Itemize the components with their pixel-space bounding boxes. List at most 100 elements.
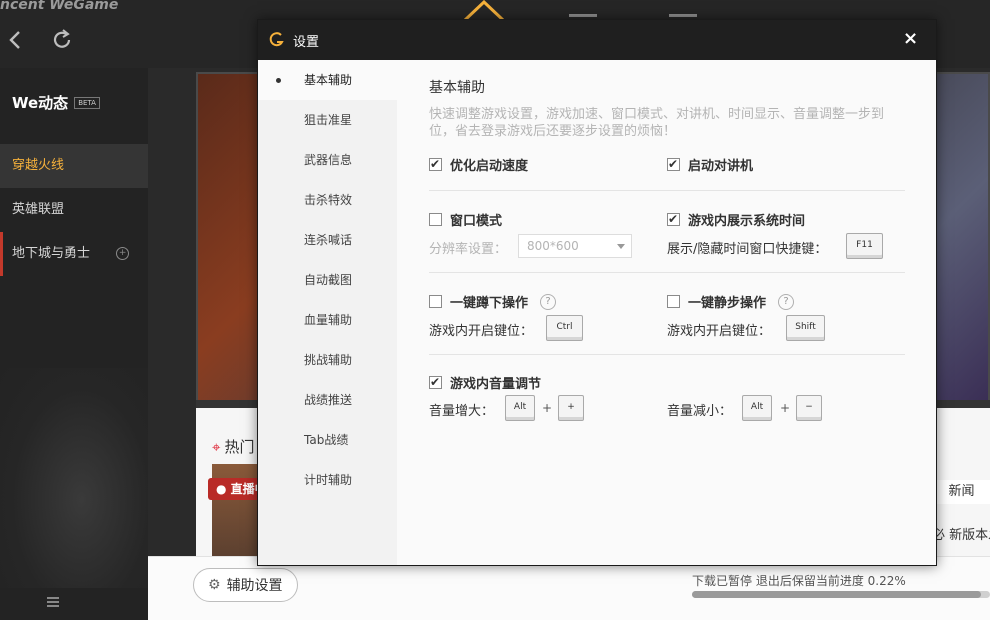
- close-icon[interactable]: ×: [903, 29, 918, 49]
- checkbox-label: 一键静步操作: [688, 296, 767, 311]
- sidebar-item-label: 地下城与勇士: [12, 246, 91, 261]
- menu-icon[interactable]: [47, 597, 59, 607]
- checkbox-label: 启动对讲机: [688, 159, 754, 174]
- background-art: [0, 368, 148, 588]
- gear-icon: ⚙: [208, 577, 221, 593]
- settings-dialog: 设置 × 基本辅助 狙击准星 武器信息 击杀特效 连杀喊话 自动截图 血量辅助 …: [257, 19, 937, 566]
- sidebar-item-lol[interactable]: 英雄联盟: [0, 188, 148, 232]
- quiet-hotkey-key[interactable]: Shift: [786, 315, 825, 341]
- plus-sign: +: [780, 401, 791, 415]
- hot-label-text: 热门: [224, 438, 255, 456]
- sidebar-item-health-assist[interactable]: 血量辅助: [258, 300, 397, 340]
- show-system-time-checkbox[interactable]: 游戏内展示系统时间: [667, 210, 805, 229]
- time-hotkey-key[interactable]: F11: [846, 233, 883, 259]
- assist-settings-button[interactable]: ⚙ 辅助设置: [193, 568, 298, 602]
- sidebar-item-sniper-crosshair[interactable]: 狙击准星: [258, 100, 397, 140]
- checkbox-label: 窗口模式: [450, 214, 503, 229]
- volume-up-modifier-key[interactable]: Alt: [505, 395, 535, 421]
- refresh-icon[interactable]: [48, 26, 76, 54]
- sidebar-item-timer-assist[interactable]: 计时辅助: [258, 460, 397, 500]
- volume-adjust-checkbox[interactable]: 游戏内音量调节: [429, 373, 541, 392]
- checkbox-box[interactable]: [667, 295, 680, 308]
- plus-sign: +: [542, 401, 553, 415]
- settings-sidebar: 基本辅助 狙击准星 武器信息 击杀特效 连杀喊话 自动截图 血量辅助 挑战辅助 …: [258, 60, 397, 565]
- we-title-text: We动态: [12, 94, 69, 112]
- checkbox-label: 一键蹲下操作: [450, 296, 529, 311]
- dialog-title-bar: 设置 ×: [258, 20, 936, 60]
- app-brand: ncent WeGame: [0, 0, 119, 13]
- section-title: 基本辅助: [429, 80, 485, 96]
- quiet-key-label: 游戏内开启键位：: [667, 324, 772, 339]
- sidebar-item-label: 连杀喊话: [304, 233, 353, 247]
- sidebar-item-crossfire[interactable]: 穿越火线: [0, 144, 148, 188]
- chevron-down-icon: [617, 244, 625, 249]
- checkbox-box[interactable]: [667, 156, 680, 172]
- download-progress-fill: [692, 591, 982, 598]
- section-description: 快速调整游戏设置，游戏加速、窗口模式、对讲机、时间显示、音量调整一步到位，省去登…: [429, 107, 885, 139]
- sidebar-item-label: 英雄联盟: [12, 202, 65, 217]
- location-pin-icon: ⌖: [212, 438, 221, 456]
- checkbox-box[interactable]: [429, 156, 442, 172]
- window-tab-icon[interactable]: [669, 14, 697, 17]
- divider: [429, 354, 905, 355]
- sidebar-item-dnf[interactable]: 地下城与勇士 +: [0, 232, 148, 276]
- settings-content: 基本辅助 快速调整游戏设置，游戏加速、窗口模式、对讲机、时间显示、音量调整一步到…: [397, 60, 936, 565]
- we-dynamics-title[interactable]: We动态 BETA: [12, 92, 100, 113]
- sidebar-item-record-push[interactable]: 战绩推送: [258, 380, 397, 420]
- sidebar-item-basic-assist[interactable]: 基本辅助: [258, 60, 397, 100]
- divider: [429, 190, 905, 191]
- window-tab-icon[interactable]: [569, 14, 597, 17]
- sidebar-item-auto-screenshot[interactable]: 自动截图: [258, 260, 397, 300]
- wegame-logo-icon: [269, 32, 284, 47]
- download-status: 下载已暂停 退出后保留当前进度 0.22%: [692, 574, 906, 588]
- divider: [429, 272, 905, 273]
- resolution-label: 分辨率设置：: [429, 242, 508, 257]
- checkbox-label: 优化启动速度: [450, 159, 529, 174]
- sidebar-item-label: 计时辅助: [304, 473, 353, 487]
- checkbox-box[interactable]: [429, 374, 442, 390]
- crouch-hotkey-key[interactable]: Ctrl: [546, 315, 583, 341]
- sidebar-item-tab-record[interactable]: Tab战绩: [258, 420, 397, 460]
- sidebar-item-challenge-assist[interactable]: 挑战辅助: [258, 340, 397, 380]
- resolution-value: 800*600: [527, 239, 579, 253]
- game-sidebar: We动态 BETA 穿越火线 英雄联盟 地下城与勇士 +: [0, 68, 148, 620]
- sidebar-item-label: 穿越火线: [12, 158, 65, 173]
- volume-up-key[interactable]: +: [558, 395, 584, 421]
- volume-down-label: 音量减小：: [667, 404, 733, 419]
- start-intercom-checkbox[interactable]: 启动对讲机: [667, 155, 753, 174]
- resolution-select[interactable]: 800*600: [518, 234, 632, 258]
- beta-badge: BETA: [74, 96, 100, 109]
- sidebar-item-label: 战绩推送: [304, 393, 353, 407]
- checkbox-box[interactable]: [429, 213, 442, 226]
- sidebar-item-label: 自动截图: [304, 273, 353, 287]
- checkbox-box[interactable]: [667, 211, 680, 227]
- checkbox-box[interactable]: [429, 295, 442, 308]
- volume-up-label: 音量增大：: [429, 404, 495, 419]
- optimize-startup-checkbox[interactable]: 优化启动速度: [429, 155, 528, 174]
- help-icon[interactable]: ?: [540, 293, 557, 310]
- update-icon: +: [116, 247, 130, 260]
- hot-section-title: ⌖ 热门: [212, 436, 254, 457]
- help-icon[interactable]: ?: [778, 293, 795, 310]
- sidebar-item-weapon-info[interactable]: 武器信息: [258, 140, 397, 180]
- sidebar-item-kill-effects[interactable]: 击杀特效: [258, 180, 397, 220]
- time-hotkey-label: 展示/隐藏时间窗口快捷键：: [667, 242, 828, 257]
- one-key-quiet-checkbox[interactable]: 一键静步操作 ?: [667, 292, 795, 311]
- sidebar-item-label: Tab战绩: [304, 433, 349, 447]
- checkbox-label: 游戏内音量调节: [450, 377, 542, 392]
- one-key-crouch-checkbox[interactable]: 一键蹲下操作 ?: [429, 292, 557, 311]
- dialog-title: 设置: [293, 35, 320, 50]
- checkbox-label: 游戏内展示系统时间: [688, 214, 806, 229]
- sidebar-item-label: 挑战辅助: [304, 353, 353, 367]
- volume-down-key[interactable]: −: [796, 395, 822, 421]
- back-icon[interactable]: [2, 26, 30, 54]
- window-mode-checkbox[interactable]: 窗口模式: [429, 210, 502, 229]
- sidebar-item-label: 击杀特效: [304, 193, 353, 207]
- assist-settings-label: 辅助设置: [226, 578, 283, 594]
- sidebar-item-killstreak-shout[interactable]: 连杀喊话: [258, 220, 397, 260]
- sidebar-item-label: 血量辅助: [304, 313, 353, 327]
- volume-down-modifier-key[interactable]: Alt: [742, 395, 772, 421]
- tab-news[interactable]: 新闻: [932, 480, 990, 504]
- download-progress-bar: [692, 591, 990, 598]
- news-headline[interactable]: 必 新版本发: [932, 524, 990, 543]
